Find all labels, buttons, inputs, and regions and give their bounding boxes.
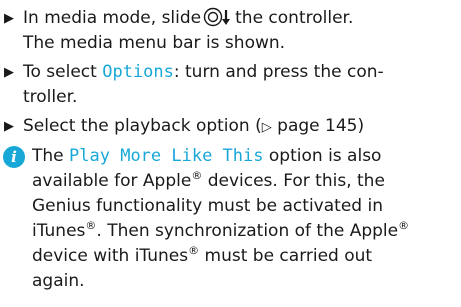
note-text-f: . Then synchronization of the Apple <box>96 221 399 241</box>
step-2-line-2: troller. <box>23 87 78 107</box>
note-line-3: Genius functionality must be activated i… <box>32 196 383 216</box>
play-more-like-this-label: Play More Like This <box>69 146 264 166</box>
step-3-line-1: Select the playback option (▷ page 145) <box>23 114 455 140</box>
note-text-h: must be carried out <box>199 246 373 266</box>
note-text-a: The <box>32 146 70 166</box>
page-reference-link[interactable]: page 145) <box>272 116 364 136</box>
step-3: ▶ Select the playback option (▷ page 145… <box>3 114 455 140</box>
step-bullet-icon: ▶ <box>4 65 14 80</box>
note-text-b: option is also <box>263 146 382 166</box>
step-2-text-a: To select <box>23 62 103 82</box>
step-1-text-b: the controller. <box>235 8 354 28</box>
step-bullet-icon: ▶ <box>4 119 14 134</box>
step-2: ▶ To select Options: turn and press the … <box>3 60 455 110</box>
step-2-line-1: To select Options: turn and press the co… <box>23 60 455 85</box>
registered-mark: ® <box>85 219 97 232</box>
page-reference-arrow-icon: ▷ <box>261 120 272 135</box>
note-line-4: iTunes®. Then synchronization of the App… <box>32 219 455 244</box>
step-1-line-1: In media mode, slide the controller. <box>23 6 455 31</box>
options-menu-label: Options <box>102 62 174 82</box>
step-1: ▶ In media mode, slide the controller. Th… <box>3 6 455 56</box>
note-text-d: devices. For this, the <box>202 171 385 191</box>
note-text-e: iTunes <box>32 221 86 241</box>
note-line-6: again. <box>32 271 85 291</box>
step-2-text-b: : turn and press the con- <box>173 62 384 82</box>
note-text-c: available for Apple <box>32 171 192 191</box>
registered-mark: ® <box>188 244 200 257</box>
step-bullet-icon: ▶ <box>4 11 14 26</box>
note-text-g: device with iTunes <box>32 246 189 266</box>
step-1-line-2: The media menu bar is shown. <box>23 33 286 53</box>
info-icon: i <box>3 146 25 168</box>
registered-mark: ® <box>398 219 410 232</box>
registered-mark: ® <box>191 169 203 182</box>
note-line-5: device with iTunes® must be carried out <box>32 244 455 269</box>
controller-slide-down-icon <box>203 7 233 27</box>
note-line-2: available for Apple® devices. For this, … <box>32 169 455 194</box>
document-page: ▶ In media mode, slide the controller. Th… <box>0 0 461 307</box>
step-1-text-a: In media mode, slide <box>23 8 202 28</box>
note-line-1: The Play More Like This option is also <box>32 144 455 169</box>
step-3-text-a: Select the playback option ( <box>23 116 262 136</box>
info-note: i The Play More Like This option is also… <box>3 144 455 294</box>
